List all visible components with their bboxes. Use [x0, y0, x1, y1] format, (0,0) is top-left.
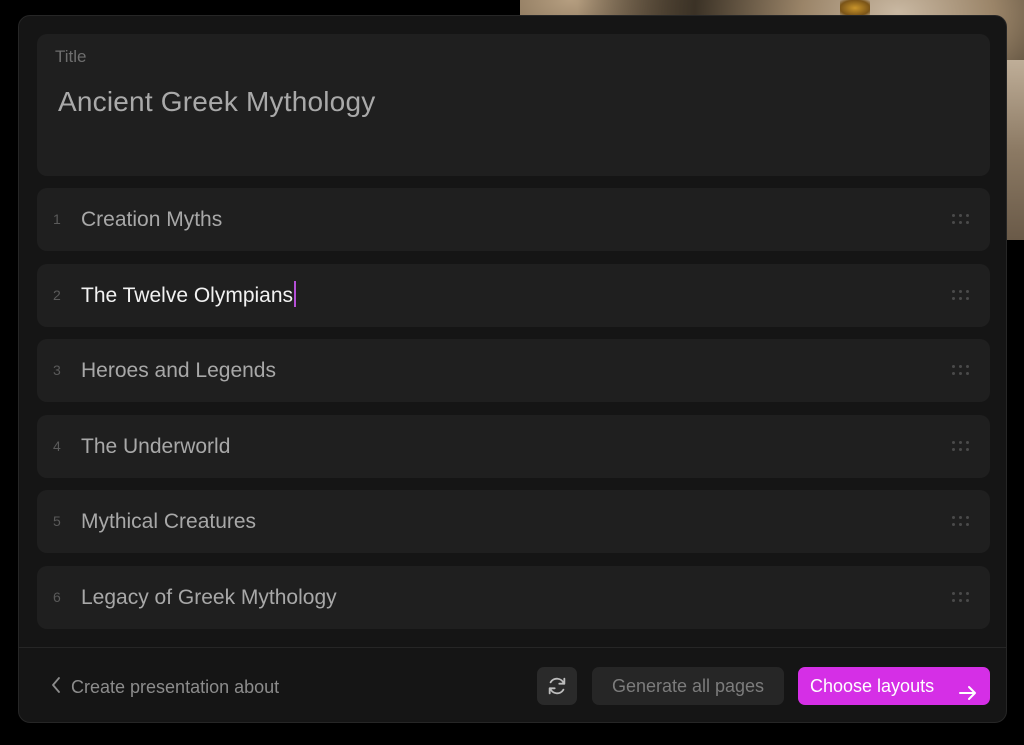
outline-item-number: 1 [53, 211, 61, 227]
page: Title Ancient Greek Mythology 1 Creation… [0, 0, 1024, 745]
back-button-label: Create presentation about [71, 677, 280, 697]
outline-list: 1 Creation Myths 2 The Twelve Olympians … [37, 188, 990, 641]
arrow-right-icon [958, 677, 978, 715]
back-button[interactable]: Create presentation about [51, 670, 279, 704]
outline-item[interactable]: 6 Legacy of Greek Mythology [37, 565, 990, 629]
title-field-label: Title [55, 47, 87, 66]
outline-item-text[interactable]: Creation Myths [81, 188, 222, 251]
outline-item-input[interactable]: The Twelve Olympians [81, 264, 297, 327]
outline-item-text[interactable]: Mythical Creatures [81, 490, 256, 553]
photo-gold-detail [840, 0, 870, 16]
chevron-left-icon [51, 670, 61, 704]
dialog-footer: Create presentation about Generate all p… [19, 647, 1006, 722]
choose-layouts-button[interactable]: Choose layouts [798, 667, 990, 705]
regenerate-button[interactable] [537, 667, 577, 705]
outline-item[interactable]: 4 The Underworld [37, 414, 990, 478]
outline-editor-dialog: Title Ancient Greek Mythology 1 Creation… [18, 15, 1007, 723]
drag-handle-icon[interactable] [952, 363, 972, 377]
choose-layouts-label: Choose layouts [810, 676, 935, 696]
outline-item-number: 3 [53, 362, 61, 378]
outline-item-active[interactable]: 2 The Twelve Olympians [37, 263, 990, 327]
drag-handle-icon[interactable] [952, 288, 972, 302]
title-field-value[interactable]: Ancient Greek Mythology [58, 86, 375, 118]
refresh-icon [548, 677, 566, 695]
outline-item-text[interactable]: The Underworld [81, 415, 230, 478]
title-field[interactable]: Title Ancient Greek Mythology [37, 34, 990, 176]
drag-handle-icon[interactable] [952, 439, 972, 453]
outline-item[interactable]: 3 Heroes and Legends [37, 339, 990, 402]
outline-item-number: 6 [53, 588, 61, 605]
outline-item-text[interactable]: Heroes and Legends [81, 339, 276, 402]
drag-handle-icon[interactable] [952, 590, 972, 604]
drag-handle-icon[interactable] [952, 514, 972, 528]
outline-item-text[interactable]: Legacy of Greek Mythology [81, 566, 337, 629]
outline-item[interactable]: 5 Mythical Creatures [37, 490, 990, 553]
outline-item-number: 2 [53, 286, 61, 303]
outline-item-text: The Twelve Olympians [81, 283, 294, 307]
outline-item[interactable]: 1 Creation Myths [37, 188, 990, 251]
text-caret [294, 281, 297, 308]
outline-item-number: 4 [53, 437, 61, 454]
drag-handle-icon[interactable] [952, 212, 972, 226]
generate-all-pages-button[interactable]: Generate all pages [592, 667, 784, 705]
outline-item-number: 5 [53, 513, 61, 529]
